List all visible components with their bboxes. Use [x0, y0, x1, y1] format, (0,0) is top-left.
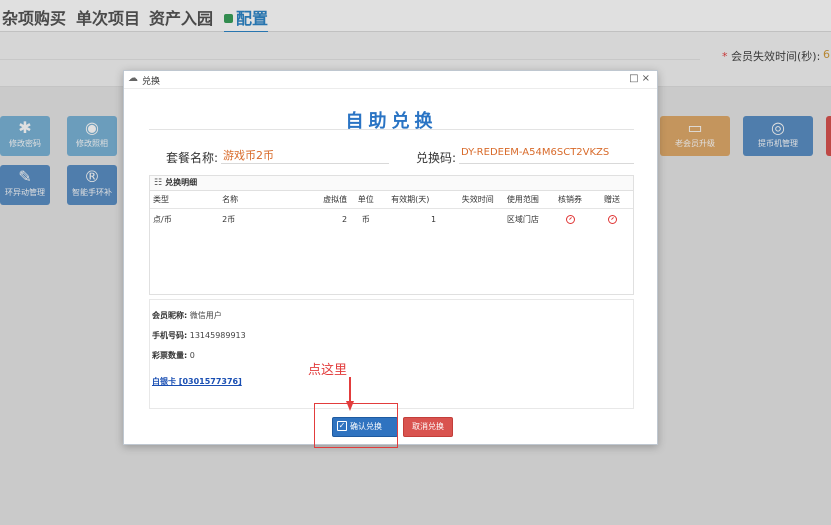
package-field[interactable]: 游戏币2币: [221, 147, 389, 164]
redeem-dialog: ☁ 兑换 □× 自助兑换 套餐名称: 游戏币2币 兑换码: DY-REDEEM-…: [123, 70, 658, 445]
forbidden-icon: [607, 214, 617, 224]
cell-unit: 币: [361, 214, 370, 224]
dialog-window-title: 兑换: [142, 77, 161, 87]
col-unit: 单位: [350, 191, 382, 209]
maximize-icon[interactable]: □: [629, 73, 641, 84]
member-phone-row: 手机号码: 13145989913: [152, 331, 246, 340]
cloud-icon: ☁: [128, 73, 138, 84]
col-scope: 使用范围: [496, 191, 550, 209]
col-value: 虚拟值: [292, 191, 351, 209]
forbidden-icon: [565, 214, 575, 224]
gift-cell: [591, 208, 633, 230]
writeoff-cell: [549, 208, 591, 230]
annotation-text: 点这里: [308, 363, 348, 378]
member-nickname: 微信用户: [189, 311, 222, 320]
package-label: 套餐名称:: [166, 151, 219, 165]
member-card-link[interactable]: 白银卡 [0301577376]: [152, 376, 242, 387]
close-icon[interactable]: ×: [642, 73, 653, 84]
code-label: 兑换码:: [416, 151, 457, 165]
detail-table: 类型 名称 虚拟值 单位 有效期(天) 失效时间 使用范围 核销券 赠送 点/币…: [150, 191, 633, 230]
grid-icon: ☷: [154, 178, 163, 188]
cell-expire: [439, 208, 497, 230]
member-tickets-row: 彩票数量: 0: [152, 351, 195, 360]
cell-type: 点/币: [153, 214, 172, 224]
cell-name: 2币: [222, 214, 236, 224]
dialog-titlebar: ☁ 兑换 □×: [124, 71, 657, 89]
table-row: 点/币 2币 2 币 1 区域门店: [150, 208, 633, 230]
member-tickets: 0: [189, 351, 195, 360]
col-expire: 失效时间: [439, 191, 497, 209]
dialog-controls: □×: [629, 73, 653, 84]
redeem-code-field[interactable]: DY-REDEEM-A54M6SCT2VKZS: [459, 147, 634, 164]
cell-valid-days: 1: [431, 214, 437, 224]
col-valid-days: 有效期(天): [381, 191, 440, 209]
cancel-redeem-button[interactable]: 取消兑换: [403, 417, 453, 437]
divider: [149, 129, 634, 130]
detail-header: ☷ 兑换明细: [150, 176, 633, 191]
table-header-row: 类型 名称 虚拟值 单位 有效期(天) 失效时间 使用范围 核销券 赠送: [150, 191, 633, 209]
col-gift: 赠送: [591, 191, 633, 209]
cell-scope: 区域门店: [506, 214, 539, 224]
col-type: 类型: [150, 191, 220, 209]
annotation-highlight-box: [314, 403, 398, 448]
member-phone: 13145989913: [189, 331, 246, 340]
member-info-panel: 会员昵称: 微信用户 手机号码: 13145989913 彩票数量: 0 白银卡…: [149, 299, 634, 409]
col-writeoff: 核销券: [549, 191, 591, 209]
member-nickname-row: 会员昵称: 微信用户: [152, 311, 222, 320]
col-name: 名称: [219, 191, 293, 209]
cell-value: 2: [341, 214, 348, 224]
redeem-detail-panel: ☷ 兑换明细 类型 名称 虚拟值 单位 有效期(天) 失效时间 使用范围 核销券 …: [149, 175, 634, 295]
